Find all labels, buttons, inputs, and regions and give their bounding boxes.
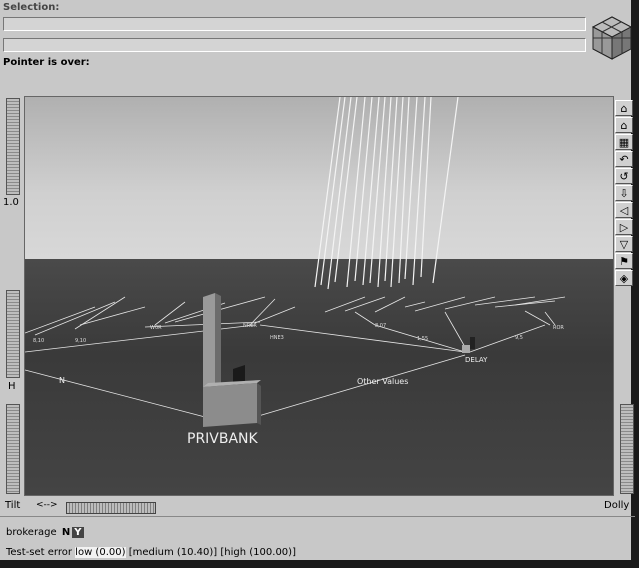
node-labels: 8,10 9,10 W0R NRER HNE3 8,07 1,55 9,5 ROR bbox=[33, 323, 564, 344]
view-all-button[interactable]: ▦ bbox=[615, 134, 633, 150]
height-wheel[interactable] bbox=[6, 290, 20, 378]
edge-label-n: N bbox=[59, 376, 65, 385]
node-label: 1,55 bbox=[417, 336, 428, 342]
tilt-wheel[interactable] bbox=[66, 502, 156, 514]
main-window: Selection: Pointer is over: 1.0 H 8,10 9… bbox=[0, 0, 635, 564]
attribute-value-y[interactable]: Y bbox=[72, 527, 84, 538]
error-high[interactable]: [high (100.00)] bbox=[220, 547, 296, 558]
tilt-label: Tilt bbox=[5, 500, 21, 511]
selection-field-2[interactable] bbox=[3, 38, 586, 52]
set-home-button[interactable]: ⌂ bbox=[615, 117, 633, 133]
root-node bbox=[203, 293, 261, 427]
pan-left-icon: ◁ bbox=[619, 203, 629, 217]
error-low[interactable]: low (0.00) bbox=[75, 547, 126, 558]
error-label: Test-set error bbox=[6, 547, 72, 558]
node-label: 8,07 bbox=[375, 323, 386, 329]
selection-label: Selection: bbox=[3, 2, 60, 13]
error-medium[interactable]: [medium (10.40)] bbox=[129, 547, 218, 558]
pan-right-icon: ▷ bbox=[619, 220, 629, 234]
rotate-left-button[interactable]: ↺ bbox=[615, 168, 633, 184]
pan-left-button[interactable]: ◁ bbox=[615, 202, 633, 218]
node-label: NRER bbox=[243, 323, 257, 329]
undo-button[interactable]: ↶ bbox=[615, 151, 633, 167]
dolly-label: Dolly bbox=[604, 500, 630, 511]
pan-right-button[interactable]: ▷ bbox=[615, 219, 633, 235]
flag-button[interactable]: ⚑ bbox=[615, 253, 633, 269]
set-home-icon: ⌂ bbox=[620, 118, 628, 132]
rotate-left-icon: ↺ bbox=[619, 169, 629, 183]
select-button[interactable]: ▽ bbox=[615, 236, 633, 252]
home-icon: ⌂ bbox=[620, 101, 628, 115]
decision-tree-scene: 8,10 9,10 W0R NRER HNE3 8,07 1,55 9,5 ROR PRIVBA… bbox=[25, 97, 566, 447]
zoom-value: 1.0 bbox=[3, 197, 19, 208]
height-label: H bbox=[8, 381, 16, 392]
select-icon: ▽ bbox=[619, 237, 629, 251]
zoom-wheel[interactable] bbox=[6, 98, 20, 195]
view-all-icon: ▦ bbox=[618, 135, 630, 149]
pointer-label: Pointer is over: bbox=[3, 57, 90, 68]
leaf-bars bbox=[314, 97, 459, 290]
dolly-wheel[interactable] bbox=[620, 404, 634, 494]
attribute-value-n[interactable]: N bbox=[60, 527, 72, 538]
node-label: HNE3 bbox=[270, 335, 284, 341]
node-label: 9,10 bbox=[75, 338, 86, 344]
undo-icon: ↶ bbox=[619, 152, 629, 166]
root-node-label: PRIVBANK bbox=[187, 431, 259, 447]
node-label: 9,5 bbox=[515, 335, 523, 341]
tilt-arrow: <--> bbox=[36, 500, 58, 510]
home-button[interactable]: ⌂ bbox=[615, 100, 633, 116]
edge-label-other: Other Values bbox=[357, 377, 408, 386]
cube-logo-icon bbox=[591, 16, 633, 60]
attribute-name: brokerage bbox=[6, 527, 57, 538]
seek-button[interactable]: ⇩ bbox=[615, 185, 633, 201]
flag-icon: ⚑ bbox=[619, 254, 629, 268]
node-label: 8,10 bbox=[33, 338, 44, 344]
delay-node-label: DELAY bbox=[465, 356, 488, 364]
seek-icon: ⇩ bbox=[619, 186, 629, 200]
3d-viewer[interactable]: 8,10 9,10 W0R NRER HNE3 8,07 1,55 9,5 ROR PRIVBA… bbox=[24, 96, 614, 496]
attribute-row: brokerage NY bbox=[6, 527, 84, 538]
perspective-icon: ◈ bbox=[619, 271, 629, 285]
node-label: ROR bbox=[553, 325, 564, 331]
selection-field[interactable] bbox=[3, 17, 586, 31]
viewer-toolbar: ⌂ ⌂ ▦ ↶ ↺ ⇩ ◁ ▷ ▽ ⚑ ◈ bbox=[615, 100, 635, 287]
divider bbox=[0, 516, 635, 517]
perspective-button[interactable]: ◈ bbox=[615, 270, 633, 286]
rotate-x-wheel[interactable] bbox=[6, 404, 20, 494]
error-row: Test-set error low (0.00) [medium (10.40… bbox=[6, 547, 296, 558]
node-label: W0R bbox=[150, 325, 162, 331]
